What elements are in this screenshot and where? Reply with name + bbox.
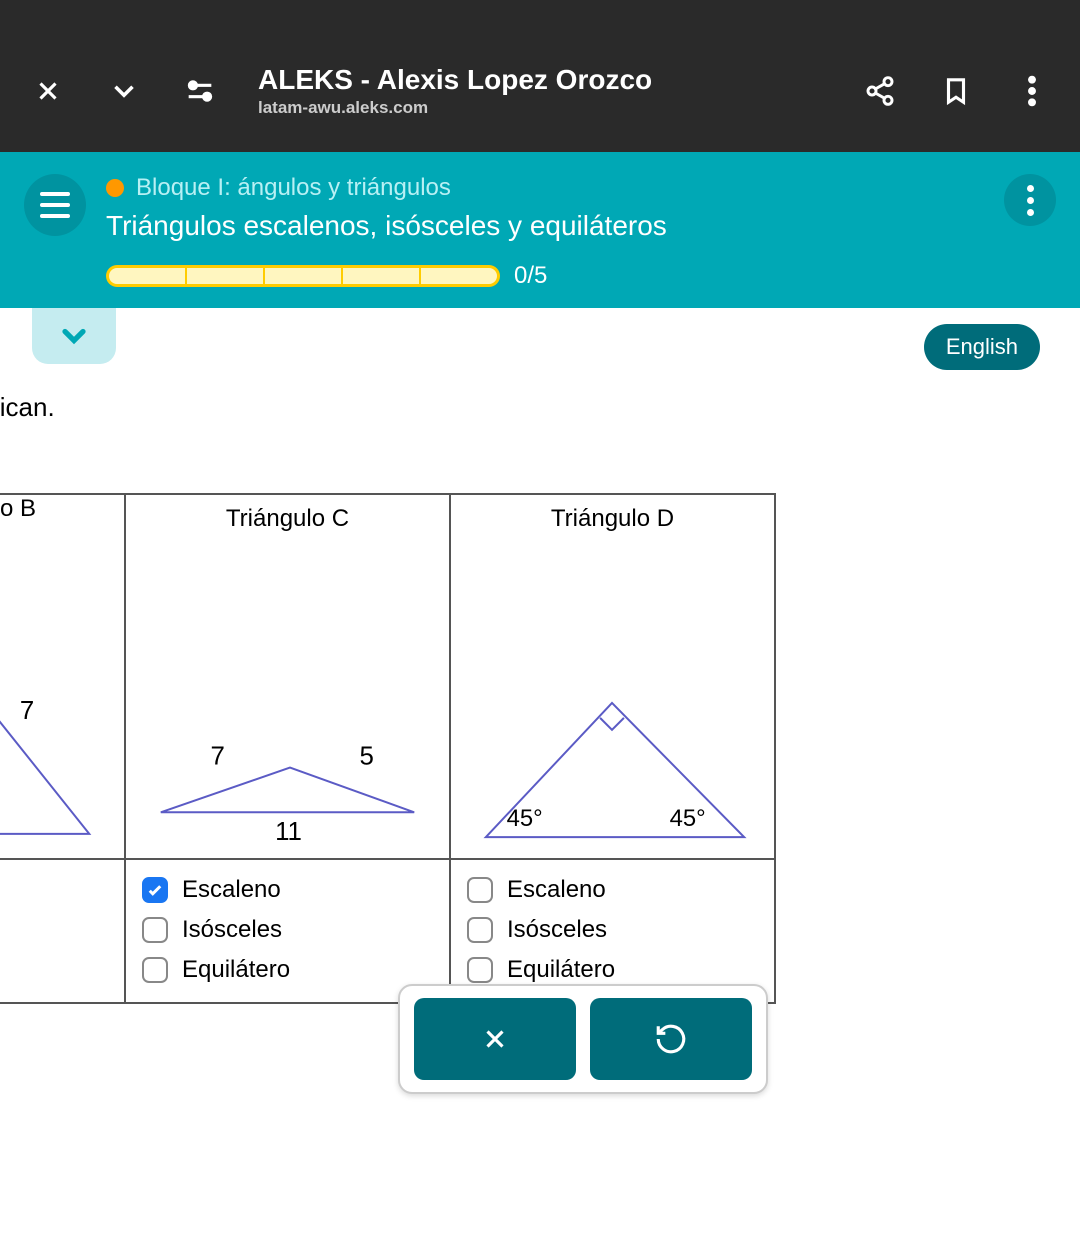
instruction-text: lican.: [0, 374, 1080, 423]
breadcrumb: Bloque I: ángulos y triángulos: [106, 174, 984, 202]
bookmark-button[interactable]: [938, 73, 974, 109]
triangle-b-header: o B: [0, 495, 124, 539]
triangle-table: o B 7 Triángulo C 7 5 11 T: [0, 493, 776, 1004]
cancel-button[interactable]: [414, 998, 576, 1080]
option-d-escaleno[interactable]: Escaleno: [467, 870, 758, 910]
svg-text:7: 7: [20, 697, 34, 725]
option-label: Escaleno: [182, 876, 281, 904]
reset-button[interactable]: [590, 998, 752, 1080]
checkbox-icon: [467, 877, 493, 903]
svg-text:45°: 45°: [507, 805, 543, 832]
share-button[interactable]: [862, 73, 898, 109]
menu-kebab-button[interactable]: [1014, 73, 1050, 109]
option-c-isosceles[interactable]: Isósceles: [142, 910, 433, 950]
section-menu-button[interactable]: [1004, 174, 1056, 226]
checkbox-icon: [467, 957, 493, 983]
triangle-d-figure: 45° 45°: [451, 543, 774, 853]
checkbox-icon: [467, 917, 493, 943]
svg-text:11: 11: [275, 818, 302, 846]
svg-text:5: 5: [360, 743, 374, 771]
browser-bar: ALEKS - Alexis Lopez Orozco latam-awu.al…: [0, 30, 1080, 152]
browser-title: ALEKS - Alexis Lopez Orozco: [258, 64, 822, 96]
option-d-isosceles[interactable]: Isósceles: [467, 910, 758, 950]
language-button[interactable]: English: [924, 324, 1040, 370]
status-bar: [0, 0, 1080, 30]
section-title: Triángulos escalenos, isósceles y equilá…: [106, 210, 984, 242]
progress-bar: [106, 265, 500, 287]
option-c-escaleno[interactable]: Escaleno: [142, 870, 433, 910]
hamburger-menu-button[interactable]: [24, 174, 86, 236]
option-label: Equilátero: [507, 956, 615, 984]
option-label: Equilátero: [182, 956, 290, 984]
triangle-d-header: Triángulo D: [451, 495, 774, 543]
close-tab-button[interactable]: [30, 73, 66, 109]
option-c-equilatero[interactable]: Equilátero: [142, 950, 433, 990]
checkbox-icon: [142, 957, 168, 983]
triangle-c-header: Triángulo C: [126, 495, 449, 543]
option-label: Escaleno: [507, 876, 606, 904]
option-label: Isósceles: [507, 916, 607, 944]
checkbox-icon: [142, 917, 168, 943]
triangle-b-figure: 7: [0, 539, 124, 849]
collapse-toggle-button[interactable]: [32, 308, 116, 364]
action-panel: [398, 984, 768, 1094]
option-label: Isósceles: [182, 916, 282, 944]
breadcrumb-text: Bloque I: ángulos y triángulos: [136, 174, 451, 202]
content-area: English lican. o B 7 Triángulo C 7: [0, 308, 1080, 1004]
language-label: English: [946, 334, 1018, 359]
settings-toggle-icon[interactable]: [182, 73, 218, 109]
status-dot-icon: [106, 179, 124, 197]
triangle-c-figure: 7 5 11: [126, 543, 449, 853]
svg-text:45°: 45°: [670, 805, 706, 832]
browser-url: latam-awu.aleks.com: [258, 98, 822, 118]
progress-text: 0/5: [514, 262, 547, 290]
expand-down-button[interactable]: [106, 73, 142, 109]
app-header: Bloque I: ángulos y triángulos Triángulo…: [0, 152, 1080, 308]
checkbox-checked-icon: [142, 877, 168, 903]
svg-text:7: 7: [210, 743, 224, 771]
